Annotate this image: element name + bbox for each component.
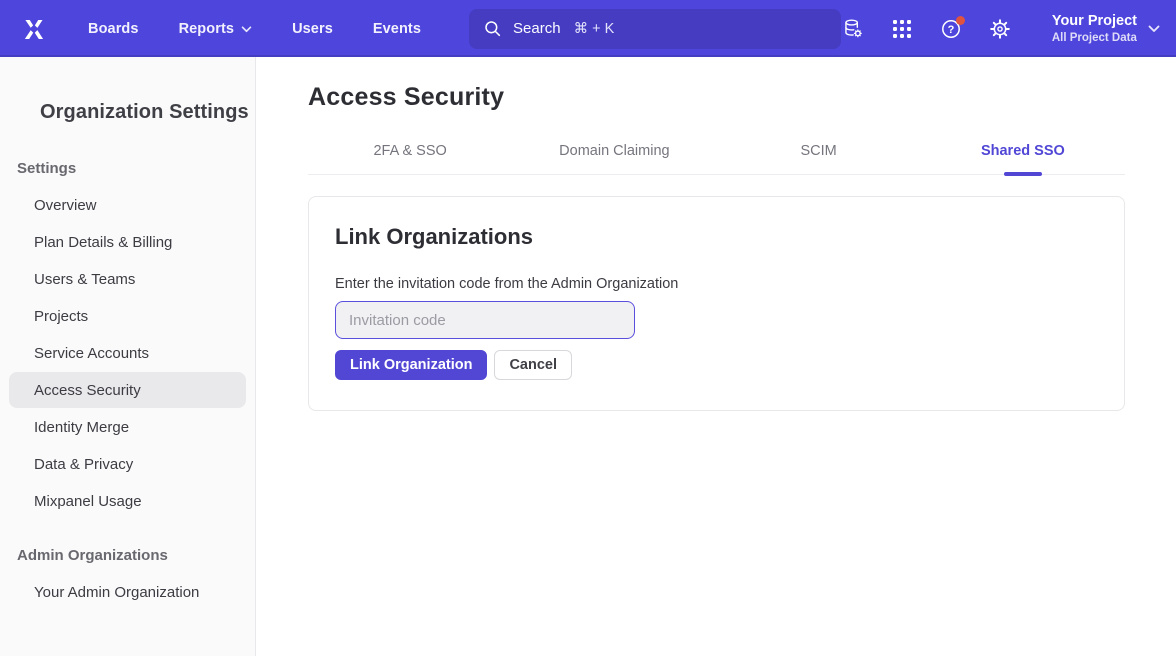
nav-item-users[interactable]: Users [292, 21, 333, 37]
tab-2fa-sso[interactable]: 2FA & SSO [308, 143, 512, 174]
active-tab-indicator [1004, 172, 1042, 176]
nav-item-reports[interactable]: Reports [179, 21, 253, 37]
tab-shared-sso[interactable]: Shared SSO [921, 143, 1125, 174]
chevron-down-icon [241, 21, 252, 37]
sidebar-title: Organization Settings [0, 101, 255, 124]
invitation-code-input[interactable] [335, 301, 635, 339]
sidebar-item-mixpanel-usage[interactable]: Mixpanel Usage [9, 483, 246, 519]
sidebar-item-service-accounts[interactable]: Service Accounts [9, 335, 246, 371]
sidebar-item-plan-details-billing[interactable]: Plan Details & Billing [9, 224, 246, 260]
project-switcher[interactable]: Your Project All Project Data [1052, 12, 1160, 46]
search-shortcut-hint: ⌘ + K [574, 21, 615, 37]
card-title: Link Organizations [335, 224, 1098, 250]
link-organization-button[interactable]: Link Organization [335, 350, 487, 380]
notification-badge [956, 16, 965, 25]
invitation-code-description: Enter the invitation code from the Admin… [335, 276, 1098, 292]
link-organizations-card: Link Organizations Enter the invitation … [308, 196, 1125, 411]
sidebar-item-data-privacy[interactable]: Data & Privacy [9, 446, 246, 482]
data-management-icon[interactable] [842, 18, 864, 40]
mixpanel-logo[interactable]: X [18, 13, 50, 45]
cancel-button[interactable]: Cancel [494, 350, 572, 380]
project-name: Your Project [1052, 12, 1137, 30]
page-body: Organization Settings Settings Overview … [0, 57, 1176, 656]
nav-item-events[interactable]: Events [373, 21, 421, 37]
project-data-scope: All Project Data [1052, 31, 1137, 45]
help-icon[interactable]: ? [940, 18, 962, 40]
sidebar-item-overview[interactable]: Overview [9, 187, 246, 223]
nav-menu: Boards Reports Users Events [88, 21, 421, 37]
tab-scim[interactable]: SCIM [717, 143, 921, 174]
sidebar-item-access-security[interactable]: Access Security [9, 372, 246, 408]
nav-item-label: Boards [88, 21, 139, 37]
nav-right-icons: ? Your Project All Project Data [842, 12, 1160, 46]
tab-domain-claiming[interactable]: Domain Claiming [512, 143, 716, 174]
nav-item-label: Reports [179, 21, 235, 37]
svg-text:?: ? [947, 24, 954, 36]
top-navigation-bar: X Boards Reports Users Events Search [0, 0, 1176, 57]
sidebar-item-users-teams[interactable]: Users & Teams [9, 261, 246, 297]
sidebar-item-projects[interactable]: Projects [9, 298, 246, 334]
search-icon [483, 19, 502, 38]
chevron-down-icon [1148, 20, 1160, 38]
search-input[interactable]: Search ⌘ + K [469, 9, 841, 49]
nav-item-boards[interactable]: Boards [88, 21, 139, 37]
sidebar-section-admin-organizations: Admin Organizations [0, 547, 255, 564]
page-title: Access Security [308, 83, 1125, 112]
apps-grid-icon[interactable] [891, 18, 913, 40]
organization-settings-sidebar: Organization Settings Settings Overview … [0, 57, 256, 656]
sidebar-item-identity-merge[interactable]: Identity Merge [9, 409, 246, 445]
card-actions: Link Organization Cancel [335, 350, 1098, 380]
sidebar-section-settings: Settings [0, 160, 255, 177]
search-placeholder: Search [513, 20, 561, 37]
main-content: Access Security 2FA & SSO Domain Claimin… [256, 57, 1176, 656]
sidebar-item-your-admin-organization[interactable]: Your Admin Organization [9, 574, 246, 610]
nav-item-label: Users [292, 21, 333, 37]
settings-gear-icon[interactable] [989, 18, 1011, 40]
tab-bar: 2FA & SSO Domain Claiming SCIM Shared SS… [308, 143, 1125, 175]
nav-item-label: Events [373, 21, 421, 37]
